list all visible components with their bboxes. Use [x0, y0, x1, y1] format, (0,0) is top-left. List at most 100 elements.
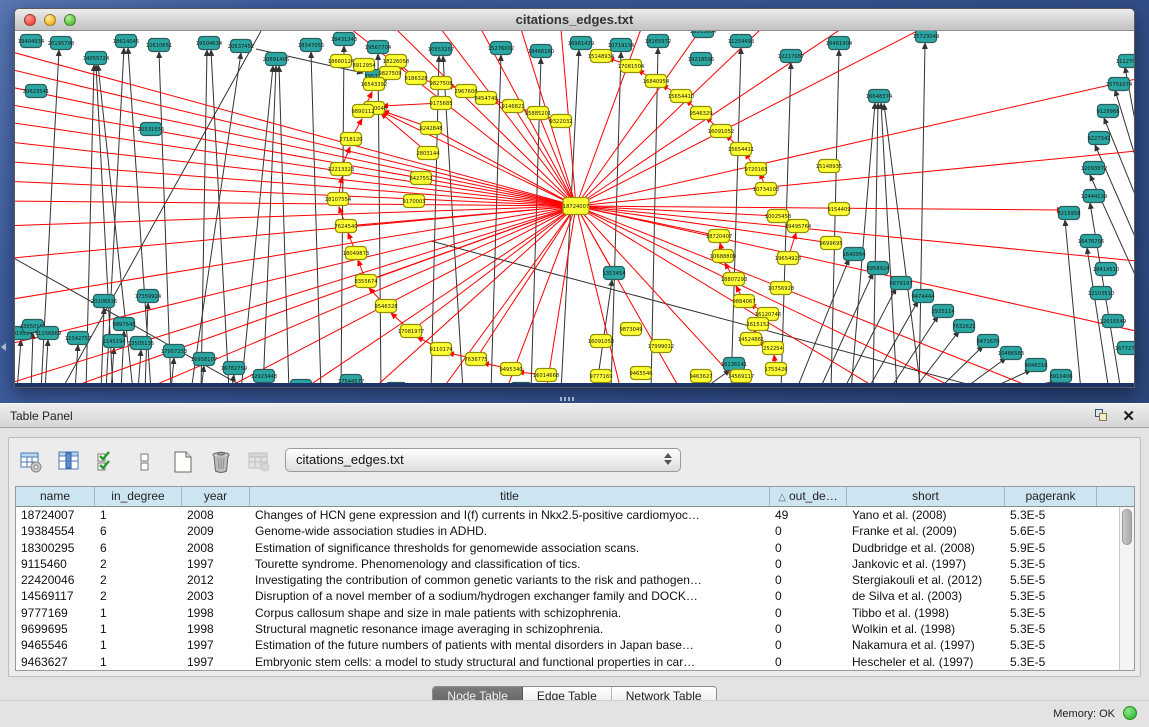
table-select-value: citations_edges.txt [296, 452, 404, 467]
memory-status-label: Memory: OK [1053, 708, 1115, 720]
graph-node-label: 9474444 [911, 294, 935, 300]
table-cell: 0 [770, 588, 847, 604]
red-edge [576, 151, 1134, 206]
table-cell: 9463627 [16, 654, 95, 670]
table-cell: 1 [95, 605, 182, 621]
graph-node-label: 20531556 [138, 127, 164, 133]
table-row[interactable]: 1830029562008Estimation of significance … [16, 540, 1119, 556]
graph-node-label: 9777169 [589, 374, 612, 380]
panel-collapse-arrow-icon[interactable] [1, 343, 6, 351]
scrollbar-thumb[interactable] [1122, 509, 1132, 545]
column-header-short[interactable]: short [847, 487, 1005, 506]
table-row[interactable]: 2242004622012Investigating the contribut… [16, 572, 1119, 588]
graph-node-label: 7636775 [464, 357, 487, 363]
table-cell: 9777169 [16, 605, 95, 621]
red-edge [15, 206, 576, 226]
graph-node-label: 17359924 [135, 294, 162, 300]
graph-node-label: 12610651 [146, 43, 172, 49]
network-window-titlebar[interactable]: citations_edges.txt [15, 9, 1134, 31]
graph-node-label: 9884067 [732, 299, 755, 305]
graph-node-label: 9873049 [619, 327, 642, 333]
window-title: citations_edges.txt [15, 12, 1134, 27]
black-edge [1104, 118, 1134, 197]
graph-node-label: 13505135 [128, 341, 154, 347]
graph-node-label: 8454749 [474, 96, 497, 102]
table-row[interactable]: 911546021997Tourette syndrome. Phenomeno… [16, 556, 1119, 572]
column-header-in_degree[interactable]: in_degree [95, 487, 182, 506]
show-column-button[interactable] [55, 448, 83, 476]
red-edge [576, 79, 1134, 206]
table-cell: 1998 [182, 605, 250, 621]
graph-node-label: 16648374 [866, 94, 893, 100]
black-edge [1125, 67, 1134, 126]
table-cell: Genome-wide association studies in ADHD. [250, 523, 770, 539]
graph-node-label: 11254493 [728, 39, 754, 45]
table-row[interactable]: 969969511998Structural magnetic resonanc… [16, 621, 1119, 637]
graph-node-label: 9827509 [378, 71, 401, 77]
graph-node-label: 16782759 [221, 366, 247, 372]
graph-node-label: 17999012 [648, 344, 674, 350]
splitter-grip-icon[interactable] [560, 397, 574, 401]
delete-table-button[interactable] [245, 448, 273, 476]
black-edge [263, 66, 276, 385]
graph-node-label: 20623541 [23, 89, 49, 95]
column-header-pagerank[interactable]: pagerank [1005, 487, 1097, 506]
graph-node-label: 18807293 [721, 277, 747, 283]
column-header-title[interactable]: title [250, 487, 770, 506]
graph-node-label: 9146821 [501, 104, 524, 110]
table-panel-header: Table Panel ✕ [0, 403, 1149, 428]
red-edge [546, 206, 576, 385]
graph-node-label: 16958107 [191, 357, 217, 363]
graph-node-label: 16840954 [643, 79, 670, 85]
graph-node-label: 8471670 [976, 339, 999, 345]
table-cell: 1997 [182, 637, 250, 653]
table-cell: 5.3E-5 [1005, 556, 1097, 572]
graph-node-label: 15276002 [488, 46, 514, 52]
table-cell: de Silva et al. (2003) [847, 588, 1005, 604]
float-panel-icon[interactable] [1095, 409, 1109, 423]
delete-column-button[interactable] [207, 448, 235, 476]
graph-node-label: 9242848 [419, 126, 442, 132]
close-panel-icon[interactable]: ✕ [1122, 407, 1135, 425]
table-row[interactable]: 946362711997Embryonic stem cells: a mode… [16, 654, 1119, 670]
graph-node-label: 12342757 [65, 336, 91, 342]
graph-node-label: 9110174 [429, 347, 453, 353]
graph-node-label: 18226058 [383, 59, 409, 65]
column-header-out_de[interactable]: △out_de… [770, 487, 847, 506]
table-vertical-scrollbar[interactable] [1119, 507, 1134, 670]
column-header-name[interactable]: name [16, 487, 95, 506]
table-row[interactable]: 946554611997Estimation of the future num… [16, 637, 1119, 653]
unselect-all-columns-button[interactable] [131, 448, 159, 476]
table-toolbar: f(x) [17, 446, 311, 478]
table-cell: 22420046 [16, 572, 95, 588]
select-all-columns-button[interactable] [93, 448, 121, 476]
panel-splitter[interactable] [0, 388, 1149, 403]
table-cell: 49 [770, 507, 847, 523]
graph-node-label: 10553257 [428, 47, 454, 53]
graph-node-label: 18347055 [298, 43, 324, 49]
graph-node-label: 16476706 [1078, 239, 1104, 245]
graph-node-label: 18165972 [645, 39, 671, 45]
graph-node-label: 12213323 [328, 167, 354, 173]
table-mode-button[interactable] [17, 448, 45, 476]
create-column-button[interactable] [169, 448, 197, 476]
table-cell: Corpus callosum shape and size in male p… [250, 605, 770, 621]
table-row[interactable]: 977716911998Corpus callosum shape and si… [16, 605, 1119, 621]
table-row[interactable]: 1938455462009Genome-wide association stu… [16, 523, 1119, 539]
graph-node-label: 12016549 [1100, 319, 1126, 325]
graph-node-label: 18614045 [113, 39, 139, 45]
table-cell: 5.9E-5 [1005, 540, 1097, 556]
graph-node-label: 9720165 [744, 167, 767, 173]
table-row[interactable]: 1456911722003Disruption of a novel membe… [16, 588, 1119, 604]
column-header-year[interactable]: year [182, 487, 250, 506]
graph-node-label: 19414510 [1093, 267, 1119, 273]
graph-node-label: 9170003 [402, 199, 425, 205]
table-panel-body: f(x) citations_edges.txt namein_degreeye… [0, 428, 1149, 727]
table-select-dropdown[interactable]: citations_edges.txt [285, 448, 681, 472]
table-row[interactable]: 1872400712008Changes of HCN gene express… [16, 507, 1119, 523]
graph-canvas[interactable]: 1940493420195798140557241861404512610651… [15, 31, 1134, 385]
graph-node-label: 9227342 [1087, 136, 1110, 142]
graph-node-label: 18724007 [563, 204, 589, 210]
graph-node-label: 20195798 [48, 41, 74, 47]
table-cell: 2009 [182, 523, 250, 539]
